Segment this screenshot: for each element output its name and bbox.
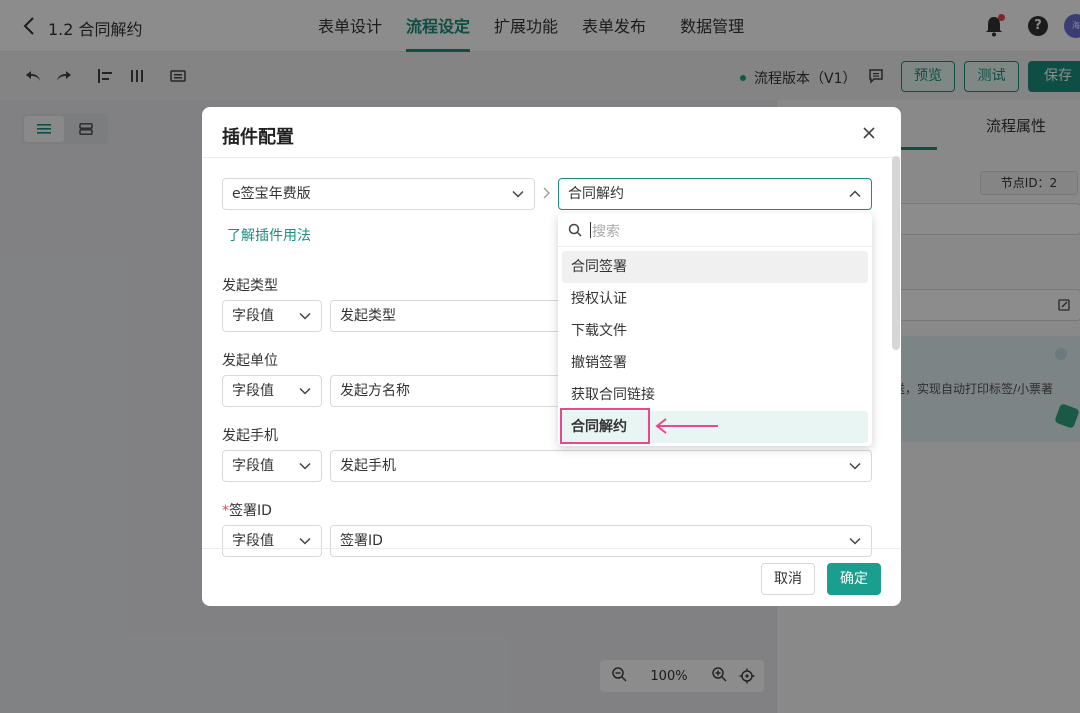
field-mode-value: 字段值 <box>232 308 274 324</box>
field-mode-select[interactable]: 字段值 <box>222 450 322 482</box>
dialog-title: 插件配置 <box>222 127 294 148</box>
search-icon <box>568 223 582 237</box>
learn-plugin-link[interactable]: 了解插件用法 <box>227 225 311 245</box>
field-value: 发起类型 <box>340 308 396 324</box>
chevron-down-icon <box>299 387 311 395</box>
required-asterisk: * <box>222 503 229 519</box>
chevron-right-icon <box>543 187 550 199</box>
field-label: 发起单位 <box>222 350 278 370</box>
field-value: 发起方名称 <box>340 383 410 399</box>
field-label: *签署ID <box>222 500 272 520</box>
chevron-down-icon <box>299 462 311 470</box>
cancel-button[interactable]: 取消 <box>761 563 815 595</box>
field-value: 签署ID <box>340 533 383 549</box>
annotation-arrow-icon <box>655 418 718 434</box>
field-value-select[interactable]: 发起手机 <box>330 450 872 482</box>
field-mode-value: 字段值 <box>232 383 274 399</box>
close-icon[interactable] <box>859 123 879 143</box>
field-label-text: 签署ID <box>229 503 272 519</box>
text-cursor <box>590 222 591 238</box>
chevron-down-icon <box>299 537 311 545</box>
dialog-scrollbar[interactable] <box>892 156 900 350</box>
search-input[interactable]: 搜索 <box>592 221 620 241</box>
field-value-select[interactable]: 签署ID <box>330 525 872 557</box>
chevron-down-icon <box>849 462 861 470</box>
field-mode-select[interactable]: 字段值 <box>222 525 322 557</box>
dropdown-option[interactable]: 获取合同链接 <box>562 379 868 411</box>
annotation-highlight-box <box>560 408 650 444</box>
chevron-down-icon <box>299 312 311 320</box>
field-label: 发起类型 <box>222 275 278 295</box>
dropdown-search[interactable]: 搜索 <box>558 213 872 247</box>
footer-divider <box>202 548 901 549</box>
chevron-down-icon <box>849 537 861 545</box>
field-label-text: 发起单位 <box>222 353 278 369</box>
action-select-value: 合同解约 <box>568 186 624 202</box>
action-select[interactable]: 合同解约 <box>558 178 872 210</box>
confirm-button[interactable]: 确定 <box>827 563 881 595</box>
field-label-text: 发起类型 <box>222 278 278 294</box>
chevron-down-icon <box>512 190 524 198</box>
field-mode-value: 字段值 <box>232 458 274 474</box>
chevron-up-icon <box>849 190 861 198</box>
dropdown-option[interactable]: 授权认证 <box>562 283 868 315</box>
field-mode-select[interactable]: 字段值 <box>222 300 322 332</box>
dropdown-option[interactable]: 撤销签署 <box>562 347 868 379</box>
field-value: 发起手机 <box>340 458 396 474</box>
field-label: 发起手机 <box>222 425 278 445</box>
field-mode-value: 字段值 <box>232 533 274 549</box>
dropdown-option[interactable]: 合同签署 <box>562 251 868 283</box>
plugin-select[interactable]: e签宝年费版 <box>222 178 535 210</box>
field-mode-select[interactable]: 字段值 <box>222 375 322 407</box>
dropdown-option[interactable]: 下载文件 <box>562 315 868 347</box>
plugin-select-value: e签宝年费版 <box>232 186 311 202</box>
field-label-text: 发起手机 <box>222 428 278 444</box>
